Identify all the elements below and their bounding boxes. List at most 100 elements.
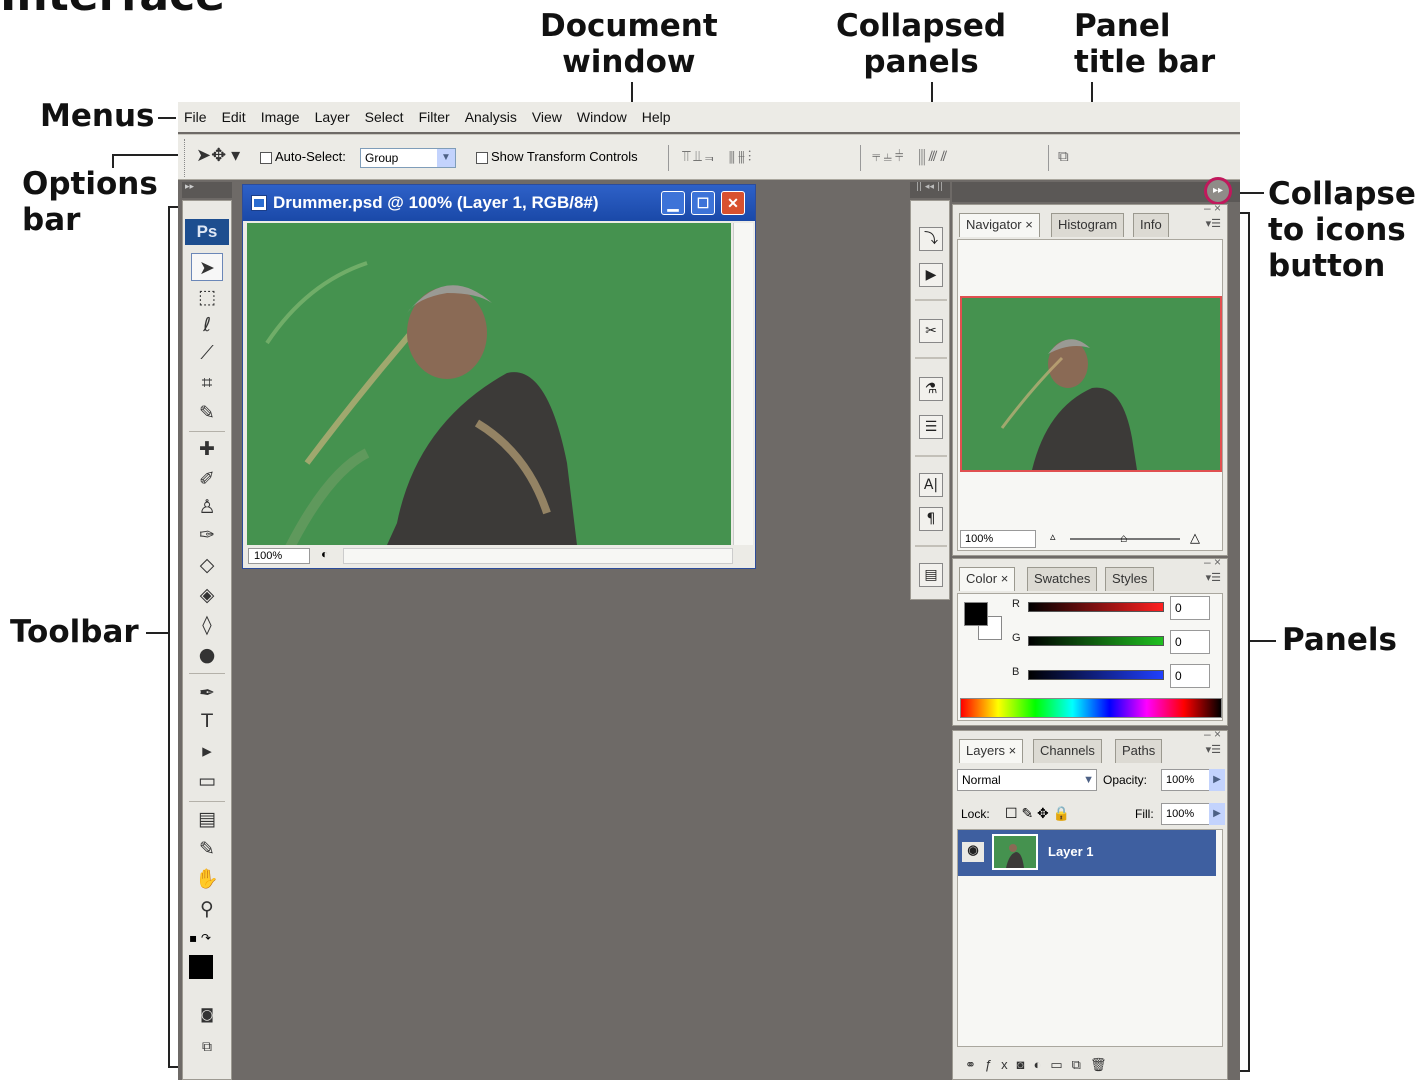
shape-tool-icon[interactable]: ▭ <box>191 767 223 795</box>
b-slider[interactable] <box>1028 670 1164 680</box>
vertical-scrollbar[interactable] <box>733 223 753 545</box>
path-selection-tool-icon[interactable]: ▸ <box>191 737 223 765</box>
lock-icons[interactable]: ☐ ✎ ✥ 🔒 <box>1005 805 1070 822</box>
blur-tool-icon[interactable]: ◊ <box>191 611 223 639</box>
slice-tool-icon[interactable]: ✎ <box>191 399 223 427</box>
tab-histogram[interactable]: Histogram <box>1051 213 1125 237</box>
panel-menu-icon[interactable]: ▾☰ <box>1206 217 1221 230</box>
zoom-tool-icon[interactable]: ⚲ <box>191 895 223 923</box>
eyedropper-tool-icon[interactable]: ✎ <box>191 835 223 863</box>
link-icon[interactable]: ⚭ <box>965 1057 985 1072</box>
layer-comps-panel-icon[interactable]: ☰ <box>919 415 943 439</box>
marquee-tool-icon[interactable]: ⬚ <box>191 283 223 311</box>
tab-layers[interactable]: Layers × <box>959 739 1024 763</box>
tab-navigator[interactable]: Navigator × <box>959 213 1040 237</box>
paragraph-panel-icon[interactable]: ¶ <box>919 507 943 531</box>
color-ramp[interactable] <box>960 698 1222 718</box>
tab-paths[interactable]: Paths <box>1115 739 1163 763</box>
clone-stamp-tool-icon[interactable]: ♙ <box>191 493 223 521</box>
auto-select-checkbox-group[interactable]: Auto-Select: <box>260 149 346 164</box>
pen-tool-icon[interactable]: ✒ <box>191 679 223 707</box>
g-slider[interactable] <box>1028 636 1164 646</box>
screen-mode-icon[interactable]: ⧉ <box>191 1033 223 1061</box>
panel-menu-icon[interactable]: ▾☰ <box>1206 743 1221 756</box>
mask-icon[interactable]: ◙ <box>1017 1057 1034 1072</box>
notes-panel-icon[interactable]: ▤ <box>919 563 943 587</box>
document-title-bar[interactable]: Drummer.psd @ 100% (Layer 1, RGB/8#) ▁ ☐… <box>243 185 755 221</box>
quick-selection-tool-icon[interactable]: ⟋ <box>191 339 223 367</box>
move-tool-preset-icon[interactable]: ➤✥ ▾ <box>196 145 240 166</box>
trash-icon[interactable]: 🗑 <box>1090 1057 1116 1072</box>
menu-filter[interactable]: Filter <box>419 109 450 125</box>
tab-channels[interactable]: Channels <box>1033 739 1102 763</box>
tab-swatches[interactable]: Swatches <box>1027 567 1098 591</box>
menu-image[interactable]: Image <box>261 109 300 125</box>
status-info-icon[interactable]: ◐ <box>321 547 339 563</box>
navigator-slider-thumb[interactable]: ⌂ <box>1120 531 1127 545</box>
collapse-to-icons-button[interactable]: ▸▸ <box>1207 180 1229 202</box>
distribute-icons[interactable]: ⫧⫨⫩ ⫼⫻⫽ <box>872 147 950 165</box>
notes-tool-icon[interactable]: ▤ <box>191 805 223 833</box>
tab-color[interactable]: Color × <box>959 567 1016 591</box>
zoom-in-icon[interactable]: △ <box>1190 530 1200 546</box>
fx-icon[interactable]: ƒx <box>985 1057 1017 1072</box>
quick-mask-icon[interactable]: ◙ <box>191 1001 223 1029</box>
align-icons[interactable]: ⫪⫫⫬ ⫴⫵⫶ <box>682 147 755 165</box>
foreground-color-swatch[interactable] <box>189 955 213 979</box>
navigator-preview[interactable] <box>960 296 1222 472</box>
history-brush-tool-icon[interactable]: ✑ <box>191 521 223 549</box>
maximize-icon[interactable]: ☐ <box>691 191 715 215</box>
ps-logo[interactable]: Ps <box>185 219 229 245</box>
menu-layer[interactable]: Layer <box>315 109 350 125</box>
g-value-field[interactable]: 0 <box>1170 630 1210 654</box>
navigator-zoom-field[interactable]: 100% <box>960 530 1036 548</box>
toolbar-header[interactable]: ▸▸ <box>182 182 232 198</box>
actions-panel-icon[interactable]: ▶ <box>919 263 943 287</box>
zoom-field[interactable]: 100% <box>248 548 310 564</box>
collapsed-dock-header[interactable]: || ◂◂ || <box>910 182 950 198</box>
b-value-field[interactable]: 0 <box>1170 664 1210 688</box>
menu-select[interactable]: Select <box>365 109 404 125</box>
menu-window[interactable]: Window <box>577 109 627 125</box>
foreground-color-swatch[interactable] <box>964 602 988 626</box>
eraser-tool-icon[interactable]: ◇ <box>191 551 223 579</box>
brush-tool-icon[interactable]: ✐ <box>191 465 223 493</box>
zoom-out-icon[interactable]: ▵ <box>1050 530 1056 543</box>
tool-presets-panel-icon[interactable]: ⚗ <box>919 377 943 401</box>
healing-brush-tool-icon[interactable]: ✚ <box>191 435 223 463</box>
horizontal-scrollbar[interactable] <box>343 548 733 564</box>
auto-align-icon[interactable]: ⧉ <box>1058 147 1072 165</box>
auto-select-checkbox[interactable] <box>260 151 272 164</box>
close-icon[interactable]: ✕ <box>721 191 745 215</box>
panel-menu-icon[interactable]: ▾☰ <box>1206 571 1221 584</box>
move-tool-icon[interactable]: ➤ <box>191 253 223 281</box>
history-panel-icon[interactable]: ⤵ <box>919 227 943 251</box>
adjustment-icon[interactable]: ◐ <box>1034 1057 1051 1072</box>
tab-styles[interactable]: Styles <box>1105 567 1155 591</box>
document-canvas[interactable] <box>247 223 731 545</box>
auto-select-dropdown[interactable]: Group ▼ <box>360 148 456 168</box>
menu-edit[interactable]: Edit <box>222 109 246 125</box>
options-grip[interactable] <box>184 139 188 177</box>
r-value-field[interactable]: 0 <box>1170 596 1210 620</box>
blend-mode-dropdown[interactable]: Normal ▼ <box>957 769 1097 791</box>
panel-title-bar[interactable] <box>952 182 1240 202</box>
show-transform-group[interactable]: Show Transform Controls <box>476 149 638 164</box>
paint-bucket-tool-icon[interactable]: ◈ <box>191 581 223 609</box>
opacity-field[interactable]: 100% <box>1161 769 1211 791</box>
menu-view[interactable]: View <box>532 109 562 125</box>
menu-file[interactable]: File <box>184 109 207 125</box>
minimize-icon[interactable]: ▁ <box>661 191 685 215</box>
crop-tool-icon[interactable]: ⌗ <box>191 369 223 397</box>
hand-tool-icon[interactable]: ✋ <box>191 865 223 893</box>
fill-field[interactable]: 100% <box>1161 803 1211 825</box>
show-transform-checkbox[interactable] <box>476 151 488 164</box>
dodge-tool-icon[interactable]: ● <box>191 641 223 669</box>
menu-help[interactable]: Help <box>642 109 671 125</box>
tab-info[interactable]: Info <box>1133 213 1169 237</box>
group-icon[interactable]: ▭ <box>1050 1057 1071 1072</box>
opacity-arrow-icon[interactable]: ▶ <box>1209 769 1225 791</box>
document-window[interactable]: Drummer.psd @ 100% (Layer 1, RGB/8#) ▁ ☐… <box>242 184 756 569</box>
brushes-panel-icon[interactable]: ✂ <box>919 319 943 343</box>
new-layer-icon[interactable]: ⧉ <box>1072 1057 1090 1072</box>
